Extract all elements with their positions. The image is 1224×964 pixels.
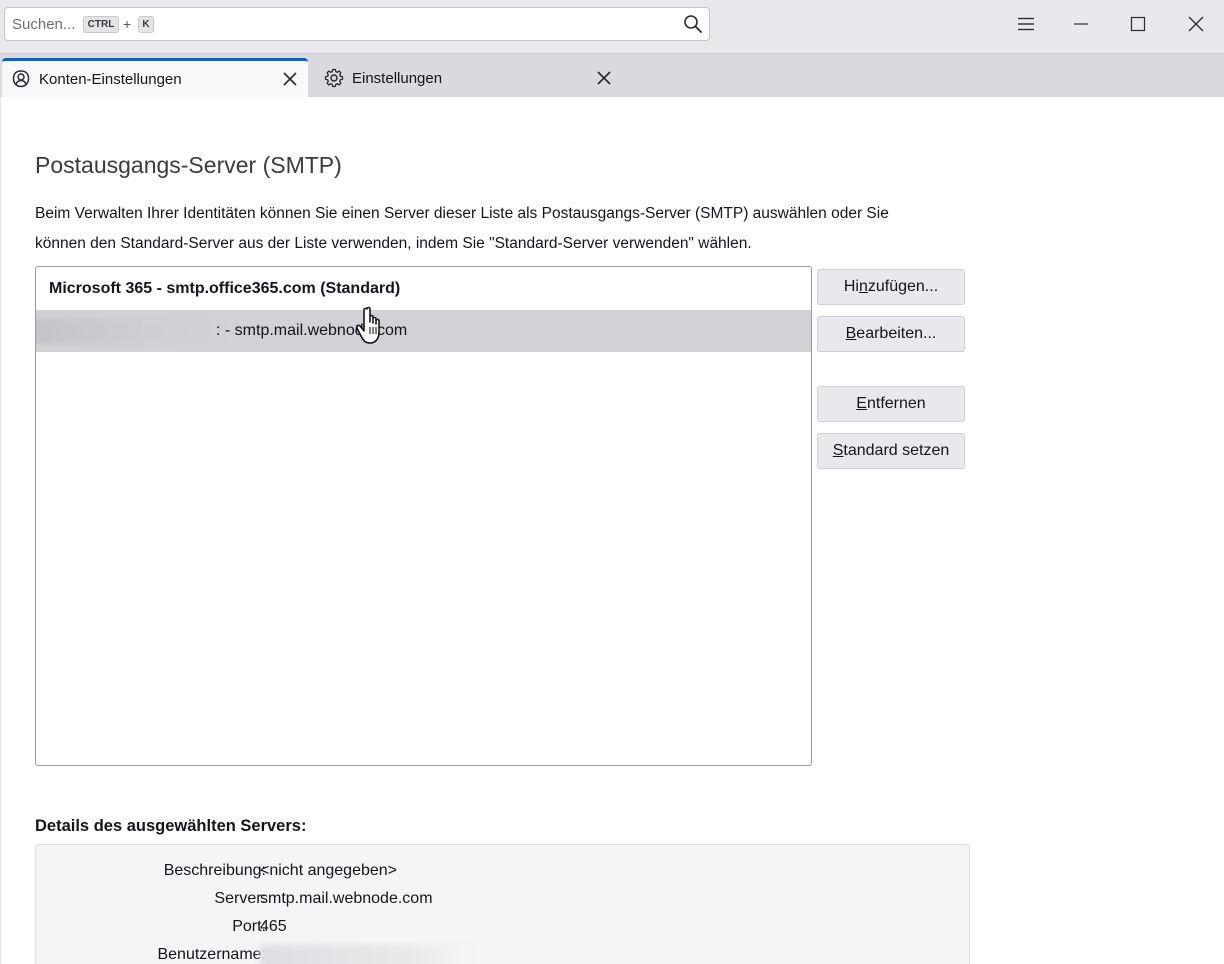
gear-icon [324, 68, 344, 88]
tab-account-settings[interactable]: Konten-Einstellungen [2, 58, 308, 98]
detail-row-username: Benutzername: [36, 941, 636, 964]
tab-strip: Konten-Einstellungen Einstellungen [0, 53, 1224, 98]
close-icon [1188, 16, 1204, 32]
detail-value: 465 [260, 918, 287, 935]
server-details-panel: Beschreibung: <nicht angegeben> Server: … [35, 844, 970, 964]
hamburger-icon [1018, 17, 1034, 31]
accesskey: n [858, 278, 868, 295]
add-server-button[interactable]: Hinzufügen... [817, 269, 965, 305]
minimize-icon [1074, 23, 1088, 25]
details-heading: Details des ausgewählten Servers: [35, 817, 307, 835]
list-item[interactable]: Microsoft 365 - smtp.office365.com (Stan… [36, 268, 811, 310]
close-icon[interactable] [595, 69, 613, 87]
shortcut-ctrl-key: CTRL [83, 16, 119, 33]
maximize-button[interactable] [1118, 8, 1158, 40]
hand-cursor-icon [355, 306, 380, 344]
shortcut-plus: + [123, 16, 132, 32]
shortcut-k-key: K [138, 16, 154, 33]
detail-value: smtp.mail.webnode.com [260, 890, 433, 907]
page-description: Beim Verwalten Ihrer Identitäten können … [35, 205, 889, 252]
button-label-part: tandard setzen [843, 442, 950, 459]
title-bar: Suchen... CTRL + K [0, 0, 1224, 53]
detail-label: Server: [214, 890, 266, 907]
detail-value: <nicht angegeben> [260, 862, 398, 879]
set-default-button[interactable]: Standard setzen [817, 433, 965, 469]
maximize-icon [1130, 16, 1146, 32]
smtp-server-list[interactable]: Microsoft 365 - smtp.office365.com (Stan… [35, 266, 812, 766]
page-title: Postausgangs-Server (SMTP) [35, 152, 342, 178]
account-icon [12, 70, 30, 88]
detail-row-server: Server: smtp.mail.webnode.com [36, 885, 636, 913]
close-icon[interactable] [281, 70, 299, 88]
search-icon[interactable] [683, 14, 703, 34]
edit-server-button[interactable]: Bearbeiten... [817, 316, 965, 352]
detail-label: Beschreibung: [163, 862, 266, 879]
detail-row-port: Port: 465 [36, 913, 636, 941]
tab-label: Konten-Einstellungen [39, 71, 182, 88]
close-window-button[interactable] [1176, 8, 1216, 40]
accesskey: S [832, 442, 844, 459]
detail-label: Port: [232, 918, 266, 935]
search-placeholder: Suchen... [12, 16, 76, 33]
minimize-button[interactable] [1061, 8, 1101, 40]
tab-label: Einstellungen [352, 70, 443, 87]
button-label-part: zufügen... [867, 278, 939, 295]
tab-settings[interactable]: Einstellungen [312, 58, 622, 98]
settings-content: Postausgangs-Server (SMTP) Beim Verwalte… [0, 97, 1224, 964]
server-label: Microsoft 365 - smtp.office365.com (Stan… [49, 280, 401, 297]
accesskey: B [845, 325, 857, 342]
button-label-part: Hi [843, 278, 859, 295]
search-input[interactable]: Suchen... CTRL + K [4, 7, 710, 41]
button-label-part: earbeiten... [856, 325, 937, 342]
redacted-username [260, 945, 470, 964]
remove-server-button[interactable]: Entfernen [817, 386, 965, 422]
app-menu-button[interactable] [1006, 8, 1046, 40]
accesskey: E [856, 395, 867, 412]
button-label-part: ntfernen [866, 395, 926, 412]
detail-row-description: Beschreibung: <nicht angegeben> [36, 857, 636, 885]
detail-label: Benutzername: [157, 946, 266, 963]
list-item-selected[interactable]: : - smtp.mail.webnode.com [36, 310, 811, 352]
redacted-name [36, 318, 222, 344]
